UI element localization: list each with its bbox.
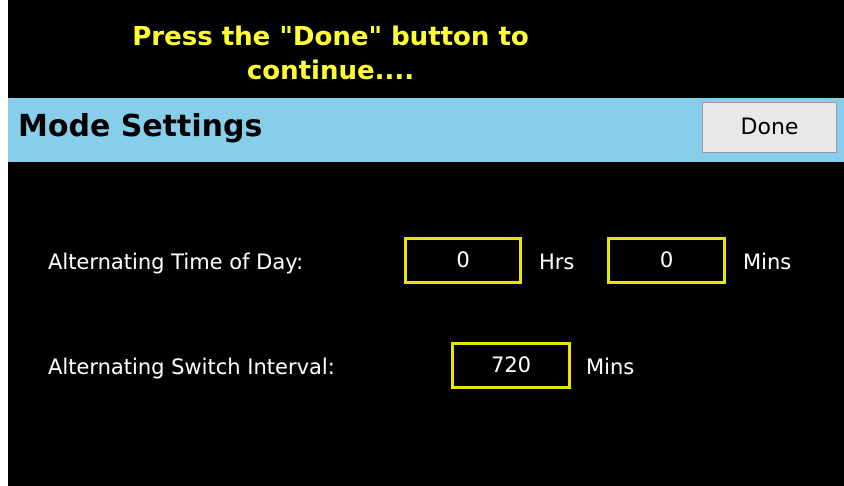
instruction-line-2: continue.... — [246, 56, 415, 86]
switch-interval-field[interactable]: 720 — [451, 342, 571, 389]
done-button[interactable]: Done — [702, 102, 837, 153]
time-of-day-minutes-field[interactable]: 0 — [607, 237, 726, 284]
interval-unit-label: Mins — [586, 355, 635, 379]
minutes-unit-label: Mins — [743, 250, 792, 274]
page-title: Mode Settings — [18, 109, 263, 144]
hours-unit-label: Hrs — [539, 250, 575, 274]
switch-interval-label: Alternating Switch Interval: — [48, 355, 335, 379]
time-of-day-label: Alternating Time of Day: — [48, 250, 304, 274]
mode-settings-screen: Press the "Done" button to continue.... … — [8, 0, 844, 486]
instruction-banner: Press the "Done" button to continue.... — [8, 0, 653, 98]
instruction-line-1: Press the "Done" button to — [132, 22, 529, 52]
time-of-day-hours-field[interactable]: 0 — [404, 237, 522, 284]
